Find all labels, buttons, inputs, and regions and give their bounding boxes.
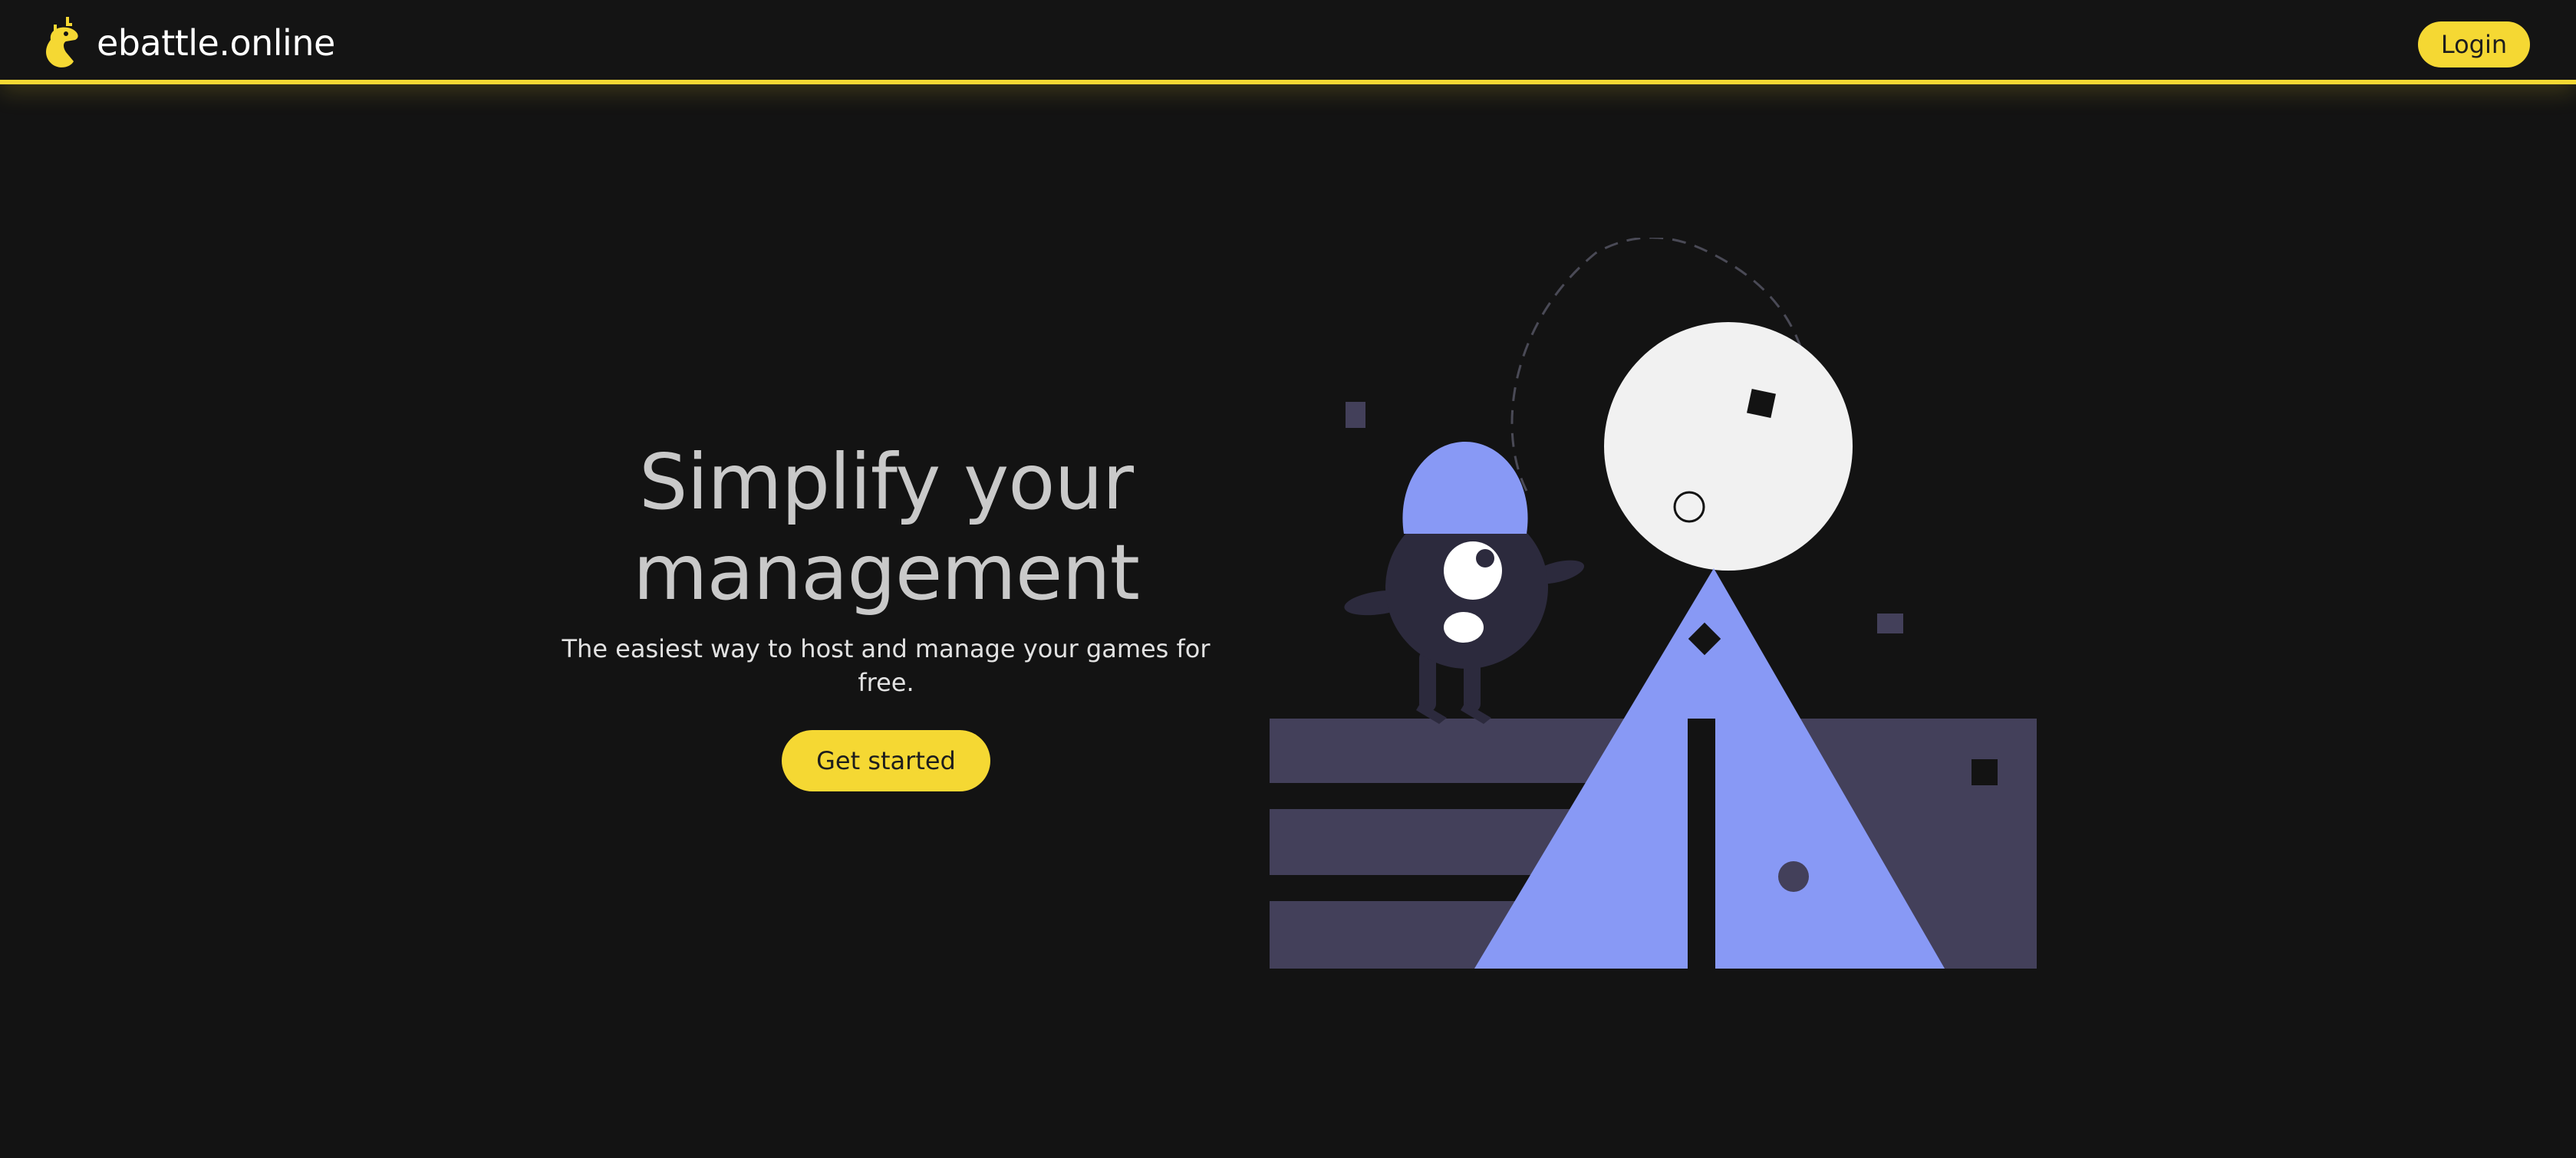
- floating-square: [1877, 614, 1903, 633]
- brand-link[interactable]: ebattle.online: [43, 17, 335, 69]
- hero-illustration: [1270, 238, 2037, 969]
- hero-title: Simplify your management: [537, 437, 1235, 618]
- floating-square: [1346, 402, 1365, 428]
- hero-title-line-1: Simplify your: [639, 437, 1134, 527]
- panel-square: [1972, 759, 1998, 785]
- hero-text-block: Simplify your management The easiest way…: [537, 437, 1235, 791]
- character-pupil: [1476, 549, 1494, 567]
- character-mouth: [1444, 612, 1484, 643]
- character-eye: [1444, 541, 1502, 600]
- divider-bar: [1688, 719, 1715, 969]
- giraffe-head-icon: [46, 17, 78, 67]
- brand-name: ebattle.online: [97, 22, 335, 64]
- top-navbar: ebattle.online Login: [0, 0, 2576, 84]
- moon-crater-square: [1747, 389, 1776, 418]
- hero-subtitle: The easiest way to host and manage your …: [562, 634, 1211, 697]
- character-figure: [1344, 442, 1585, 724]
- character-hat: [1402, 442, 1528, 534]
- triangle-dot: [1778, 861, 1809, 892]
- get-started-button[interactable]: Get started: [782, 730, 990, 791]
- hero-title-line-2: management: [633, 528, 1140, 617]
- login-button[interactable]: Login: [2418, 21, 2530, 67]
- moon: [1604, 322, 1853, 571]
